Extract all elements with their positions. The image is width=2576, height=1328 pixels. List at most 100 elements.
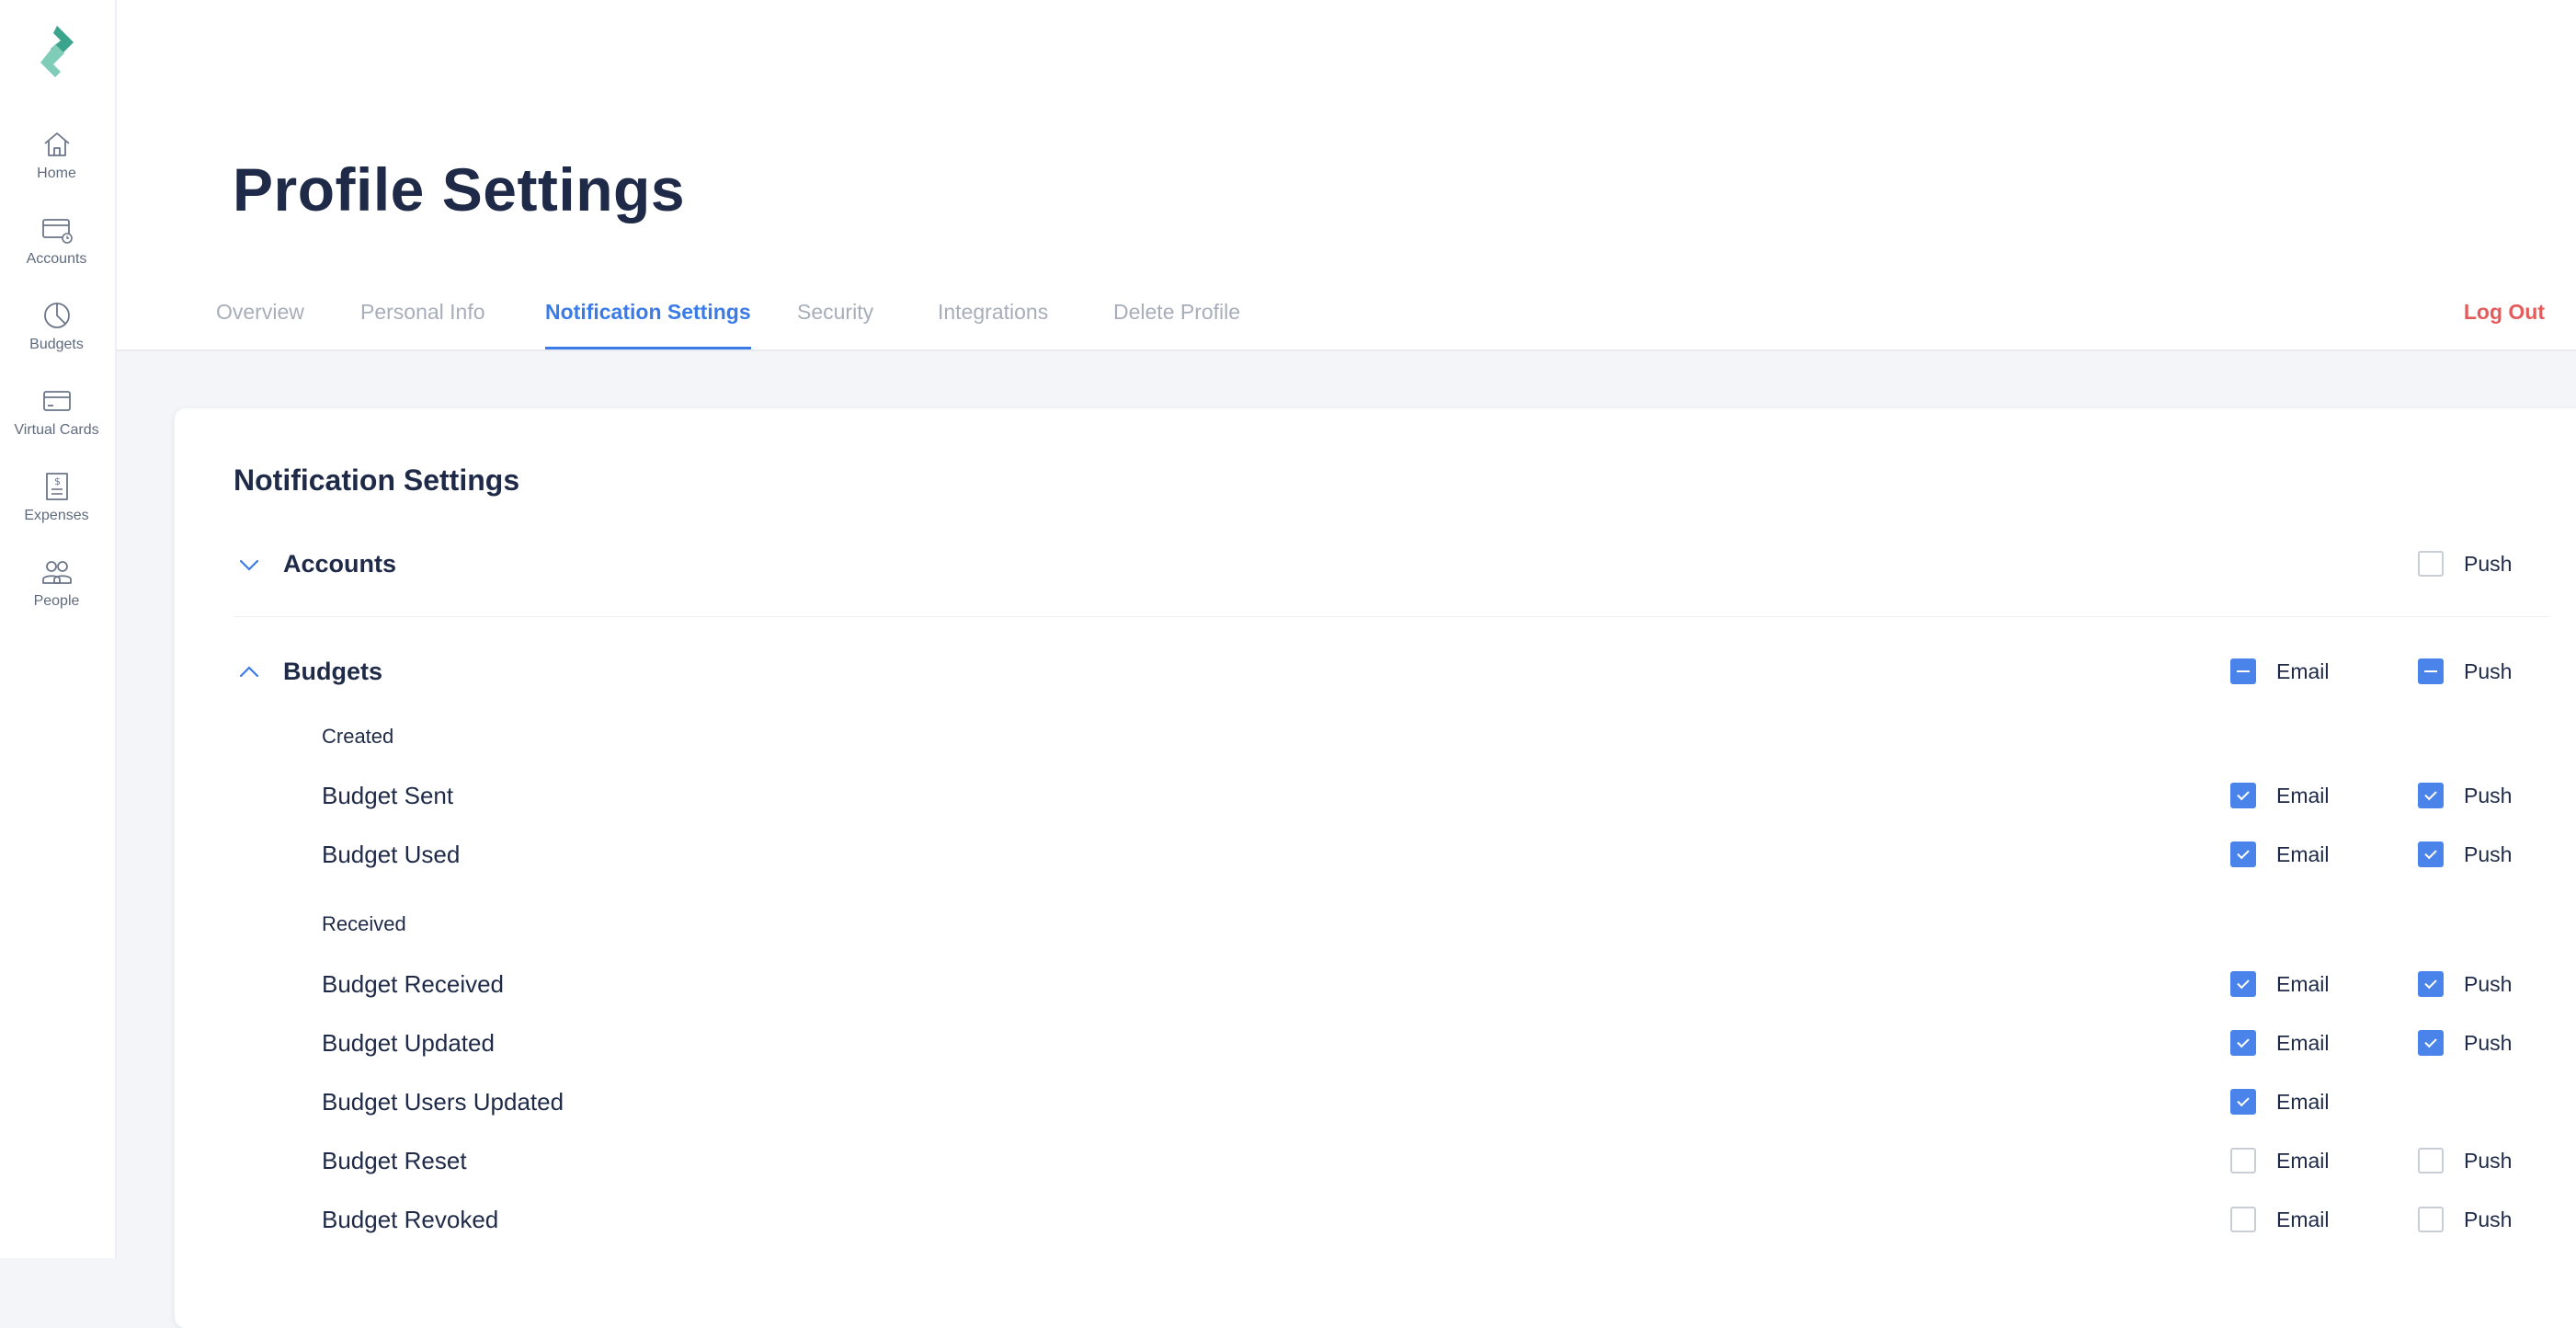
push-label: Push	[2464, 658, 2513, 683]
push-label: Push	[2464, 551, 2513, 576]
push-label: Push	[2464, 1030, 2513, 1055]
email-label: Email	[2276, 658, 2330, 683]
list-item: Budget Reset Email Push	[175, 1143, 2576, 1180]
email-checkbox[interactable]: Email	[2230, 1089, 2330, 1115]
push-label: Push	[2464, 1148, 2513, 1173]
tab-integrations[interactable]: Integrations	[938, 300, 1048, 349]
budgets-pie-icon	[43, 303, 70, 328]
push-label: Push	[2464, 971, 2513, 996]
list-item: Budget Used Email Push	[175, 837, 2576, 874]
list-item: Budget Users Updated Email	[175, 1084, 2576, 1121]
email-checkbox[interactable]: Email	[2230, 841, 2330, 867]
checkbox[interactable]	[2230, 841, 2256, 867]
item-name: Budget Sent	[322, 782, 454, 809]
checkbox[interactable]	[2230, 971, 2256, 997]
checkbox[interactable]	[2418, 551, 2444, 577]
sidebar-item-expenses[interactable]: $ Expenses	[0, 471, 113, 544]
sidebar-item-virtual-cards[interactable]: Virtual Cards	[0, 385, 113, 459]
email-checkbox[interactable]: Email	[2230, 1148, 2330, 1173]
group-budgets: Budgets Email Push	[175, 654, 2576, 691]
tab-notification-settings[interactable]: Notification Settings	[545, 300, 751, 349]
checkbox[interactable]	[2418, 783, 2444, 808]
sidebar-item-label: Virtual Cards	[14, 422, 99, 438]
home-icon	[43, 132, 70, 156]
checkbox[interactable]	[2230, 1089, 2256, 1115]
checkbox[interactable]	[2230, 1148, 2256, 1173]
checkbox[interactable]	[2230, 1030, 2256, 1056]
chevron-up-icon[interactable]	[237, 660, 261, 684]
group-name: Accounts	[283, 550, 397, 578]
brand-logo[interactable]	[33, 24, 81, 81]
card-icon	[42, 391, 71, 411]
item-name: Budget Reset	[322, 1147, 467, 1174]
notification-settings-card: Notification Settings Accounts Push Budg…	[175, 408, 2576, 1328]
email-label: Email	[2276, 841, 2330, 866]
list-item: Budget Sent Email Push	[175, 778, 2576, 815]
page-title: Profile Settings	[233, 155, 686, 223]
email-checkbox[interactable]: Email	[2230, 1207, 2330, 1232]
item-name: Budget Revoked	[322, 1206, 499, 1233]
section-label-received: Received	[322, 912, 406, 935]
section-label-created: Created	[322, 725, 394, 748]
item-name: Budget Used	[322, 841, 461, 868]
sidebar-item-budgets[interactable]: Budgets	[0, 300, 113, 373]
chevron-down-icon[interactable]	[237, 553, 261, 577]
accounts-push-checkbox[interactable]: Push	[2418, 551, 2512, 577]
page-header: Profile Settings Overview Personal Info …	[117, 0, 2576, 351]
sidebar-item-accounts[interactable]: Accounts	[0, 214, 113, 288]
email-checkbox[interactable]: Email	[2230, 1030, 2330, 1056]
people-icon	[41, 561, 72, 584]
checkbox[interactable]	[2230, 1207, 2256, 1232]
item-name: Budget Users Updated	[322, 1088, 564, 1116]
list-item: Budget Updated Email Push	[175, 1025, 2576, 1062]
push-label: Push	[2464, 783, 2513, 807]
sidebar-item-label: Accounts	[26, 251, 87, 267]
push-checkbox[interactable]: Push	[2418, 971, 2512, 997]
email-checkbox[interactable]: Email	[2230, 971, 2330, 997]
divider	[234, 616, 2550, 617]
sidebar-item-label: Expenses	[24, 508, 89, 523]
sidebar-item-people[interactable]: People	[0, 556, 113, 630]
section-title: Notification Settings	[234, 464, 520, 497]
item-name: Budget Updated	[322, 1029, 495, 1057]
checkbox[interactable]	[2230, 658, 2256, 684]
push-label: Push	[2464, 841, 2513, 866]
item-name: Budget Received	[322, 970, 505, 998]
sidebar-item-label: Home	[37, 166, 76, 181]
logout-button[interactable]: Log Out	[2464, 300, 2545, 325]
group-name: Budgets	[283, 658, 382, 685]
sidebar-item-label: People	[33, 593, 80, 609]
push-checkbox[interactable]: Push	[2418, 1207, 2512, 1232]
email-checkbox[interactable]: Email	[2230, 783, 2330, 808]
group-accounts: Accounts Push	[175, 546, 2576, 583]
sidebar-item-label: Budgets	[29, 337, 84, 352]
checkbox[interactable]	[2418, 1207, 2444, 1232]
email-label: Email	[2276, 1148, 2330, 1173]
checkbox[interactable]	[2418, 658, 2444, 684]
push-checkbox[interactable]: Push	[2418, 841, 2512, 867]
sidebar: Home Accounts Budgets Virtual Cards $ Ex…	[0, 0, 117, 1258]
tab-overview[interactable]: Overview	[216, 300, 304, 349]
tab-personal-info[interactable]: Personal Info	[360, 300, 485, 349]
accounts-icon	[41, 219, 73, 244]
svg-text:$: $	[54, 475, 61, 487]
checkbox[interactable]	[2418, 841, 2444, 867]
email-label: Email	[2276, 1207, 2330, 1231]
push-checkbox[interactable]: Push	[2418, 783, 2512, 808]
email-label: Email	[2276, 1089, 2330, 1114]
sidebar-item-home[interactable]: Home	[0, 129, 113, 202]
checkbox[interactable]	[2418, 1030, 2444, 1056]
tab-delete-profile[interactable]: Delete Profile	[1113, 300, 1240, 349]
email-label: Email	[2276, 783, 2330, 807]
tab-security[interactable]: Security	[797, 300, 873, 349]
budgets-email-checkbox[interactable]: Email	[2230, 658, 2330, 684]
push-checkbox[interactable]: Push	[2418, 1148, 2512, 1173]
push-label: Push	[2464, 1207, 2513, 1231]
push-checkbox[interactable]: Push	[2418, 1030, 2512, 1056]
checkbox[interactable]	[2418, 1148, 2444, 1173]
checkbox[interactable]	[2230, 783, 2256, 808]
checkbox[interactable]	[2418, 971, 2444, 997]
receipt-icon: $	[45, 473, 68, 500]
list-item: Budget Received Email Push	[175, 967, 2576, 1003]
budgets-push-checkbox[interactable]: Push	[2418, 658, 2512, 684]
